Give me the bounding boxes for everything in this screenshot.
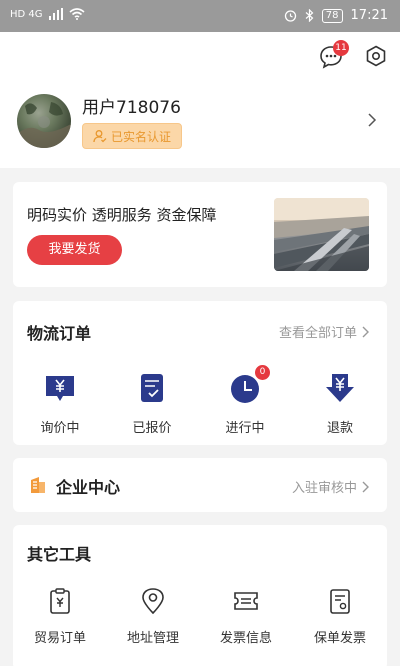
enterprise-status-label: 入驻审核中 (291, 481, 357, 496)
shipping-banner-card: 明码实价 透明服务 资金保障 我要发货 (13, 182, 387, 287)
chevron-right-icon (362, 481, 369, 492)
settings-hex-icon[interactable] (364, 44, 388, 68)
ship-now-button[interactable]: 我要发货 (27, 235, 122, 265)
order-status-label: 进行中 (225, 421, 265, 436)
tool-invoice-info[interactable]: 发票信息 (211, 587, 281, 646)
verified-badge: 已实名认证 (82, 123, 182, 149)
yen-message-icon (46, 376, 74, 401)
tools-title: 其它工具 (27, 545, 92, 564)
avatar-photo (17, 102, 71, 148)
carrier-text: HD 4G (10, 8, 43, 20)
ticket-icon (234, 592, 258, 610)
bluetooth-icon (305, 9, 314, 22)
view-all-orders-label: 查看全部订单 (278, 326, 357, 341)
banner-slogan: 明码实价 透明服务 资金保障 (27, 206, 217, 224)
avatar[interactable] (17, 94, 71, 148)
message-badge: 11 (333, 40, 349, 56)
tool-label: 贸易订单 (33, 631, 86, 646)
wifi-icon (68, 8, 85, 20)
railway-illustration (274, 198, 369, 271)
tool-address-management[interactable]: 地址管理 (118, 587, 188, 646)
policy-doc-icon (330, 589, 350, 614)
status-bar-left: HD 4G (10, 8, 85, 20)
tool-label: 保单发票 (313, 631, 366, 646)
tool-label: 发票信息 (219, 631, 272, 646)
logistics-orders-card: 物流订单 查看全部订单 询价中 已报价 0 进行中 退款 (13, 301, 387, 445)
railway-banner-image (274, 198, 369, 271)
order-status-in-progress[interactable]: 0 进行中 (210, 365, 280, 436)
status-bar: HD 4G 78 17:21 (0, 0, 400, 32)
status-bar-right: 78 17:21 (284, 8, 388, 23)
order-status-refund[interactable]: 退款 (305, 371, 375, 436)
tool-trade-orders[interactable]: 贸易订单 (25, 587, 95, 646)
clock-time: 17:21 (350, 8, 388, 23)
view-all-orders-link[interactable]: 查看全部订单 (279, 322, 369, 341)
enterprise-center-row[interactable]: 企业中心 入驻审核中 (13, 458, 387, 512)
order-status-label: 退款 (326, 421, 353, 436)
in-progress-badge: 0 (255, 365, 270, 380)
order-status-label: 已报价 (132, 421, 172, 436)
order-status-label: 询价中 (40, 421, 80, 436)
user-check-icon (93, 130, 107, 143)
signal-icon (48, 8, 63, 20)
tool-label: 地址管理 (126, 631, 179, 646)
location-pin-icon (142, 588, 164, 615)
enterprise-title: 企业中心 (56, 478, 121, 497)
tool-policy-invoice[interactable]: 保单发票 (305, 587, 375, 646)
order-status-quoted[interactable]: 已报价 (117, 371, 187, 436)
logistics-title: 物流订单 (27, 324, 92, 343)
building-icon (31, 477, 45, 493)
quote-doc-icon (141, 374, 163, 402)
profile-header: 11 用户718076 已实名认证 (0, 32, 400, 168)
yen-down-arrow-icon (326, 374, 354, 402)
chevron-right-icon (362, 326, 369, 337)
chevron-right-icon[interactable] (366, 112, 378, 128)
enterprise-status-link[interactable]: 入驻审核中 (292, 477, 369, 496)
verified-label: 已实名认证 (110, 129, 171, 144)
trade-clipboard-icon (50, 588, 70, 614)
alarm-icon (284, 10, 296, 22)
other-tools-card: 其它工具 贸易订单 地址管理 发票信息 保单发票 (13, 525, 387, 666)
username: 用户718076 (82, 98, 181, 118)
order-status-inquiring[interactable]: 询价中 (25, 371, 95, 436)
battery-indicator: 78 (321, 8, 343, 23)
